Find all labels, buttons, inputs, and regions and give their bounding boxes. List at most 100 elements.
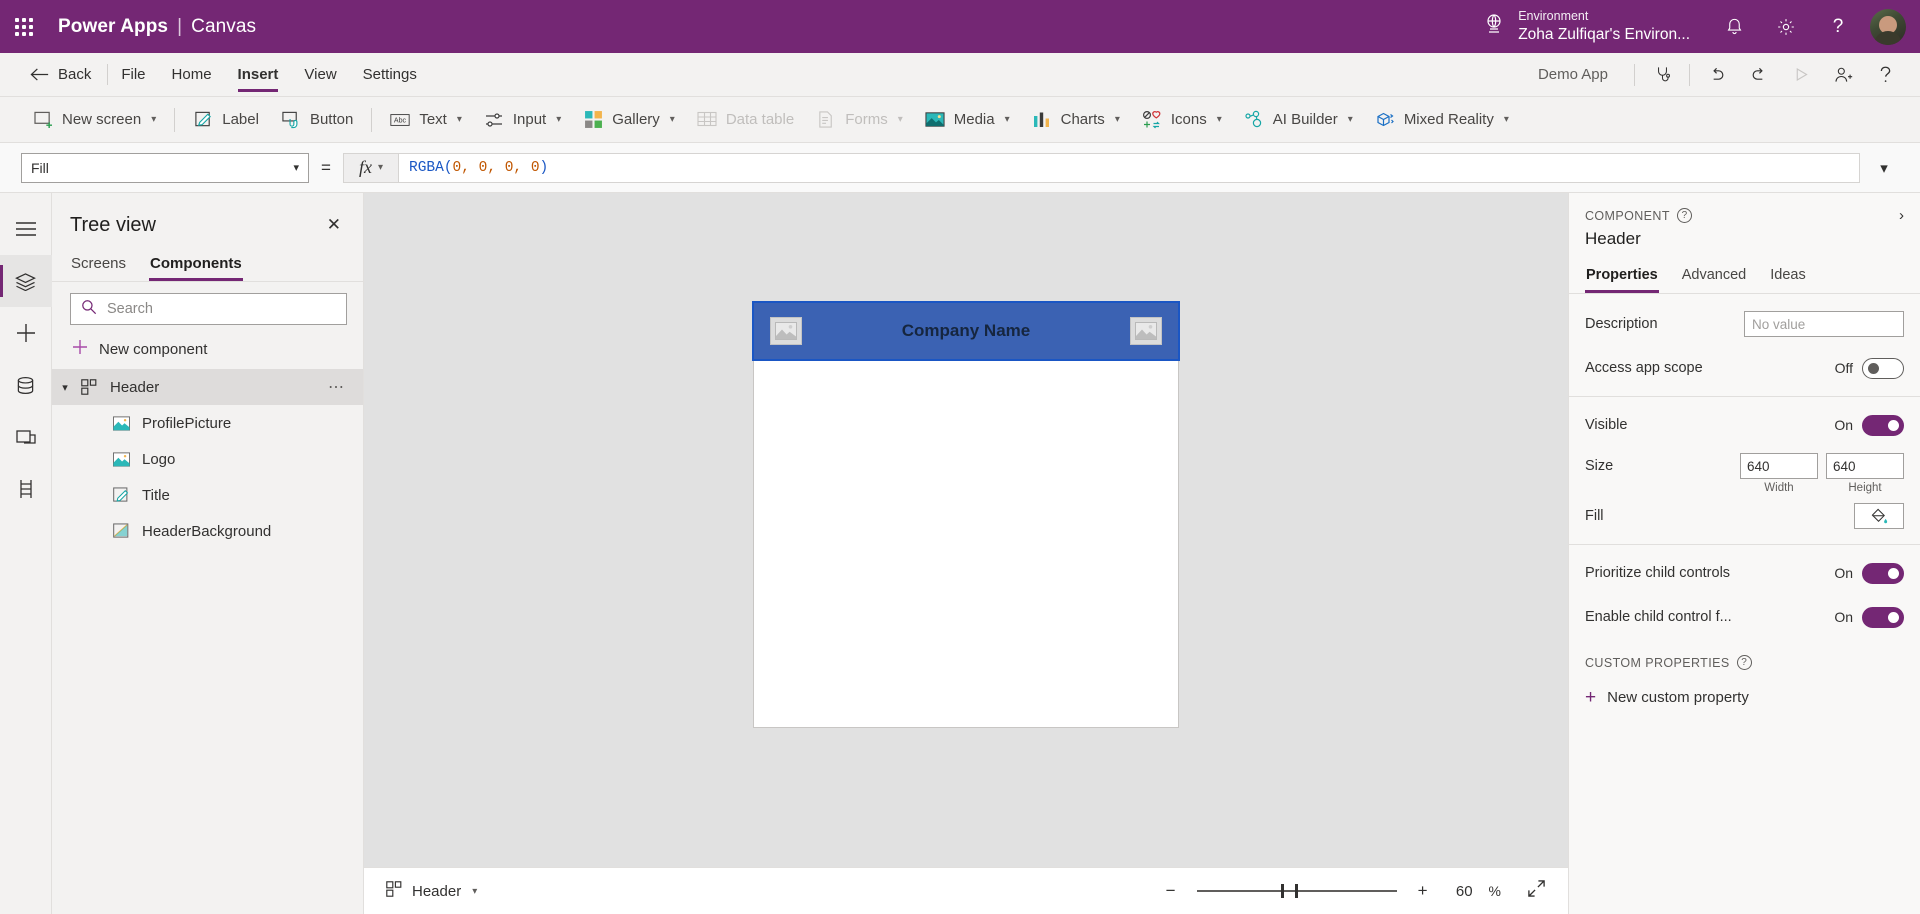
ribbon-media-control[interactable]: Media ▾ [914,102,1021,138]
undo-icon[interactable] [1696,53,1738,97]
search-input[interactable] [107,301,336,317]
rail-media-icon[interactable] [0,411,52,463]
logo-placeholder-image[interactable] [770,317,802,345]
ribbon-ai-builder-control[interactable]: AI Builder ▾ [1233,102,1364,138]
header-component[interactable]: Company Name [754,303,1178,359]
ribbon-forms-control[interactable]: Forms ▾ [805,102,914,138]
new-custom-property-button[interactable]: + New custom property [1569,676,1920,719]
rail-data-icon[interactable] [0,359,52,411]
menu-item-insert[interactable]: Insert [225,53,292,96]
tab-components[interactable]: Components [149,247,243,281]
help-icon[interactable]: ? [1812,0,1864,53]
formula-bar: Fill ▾ = fx ▾ RGBA(0, 0, 0, 0) ▾ [0,143,1920,193]
tab-screens-label: Screens [71,255,126,272]
zoom-in-button[interactable]: + [1413,881,1433,901]
rail-tree-view-icon[interactable] [0,255,52,307]
shape-icon [110,523,132,539]
component-canvas[interactable]: Company Name [754,303,1178,727]
back-button[interactable]: Back [0,53,107,96]
property-row-size: Size Width Height [1569,447,1920,494]
help-icon[interactable]: ? [1677,208,1692,223]
chevron-down-icon: ▾ [1504,114,1509,125]
fx-button[interactable]: fx ▾ [343,153,399,183]
zoom-out-button[interactable]: − [1161,881,1181,901]
chevron-down-icon[interactable]: ▾ [472,886,477,897]
menu-help-icon[interactable] [1864,53,1906,97]
enable-child-control-focus-toggle[interactable] [1862,607,1904,628]
fit-to-screen-icon[interactable] [1527,879,1546,903]
new-component-button[interactable]: New component [52,329,363,369]
prioritize-child-controls-toggle[interactable] [1862,563,1904,584]
environment-name: Zoha Zulfiqar's Environ... [1518,25,1690,44]
rail-insert-icon[interactable] [0,307,52,359]
environment-selector[interactable]: Environment Zoha Zulfiqar's Environ... [1482,9,1708,44]
fill-label: Fill [1585,508,1844,524]
zoom-slider-thumb[interactable] [1281,884,1284,898]
tree-node-header[interactable]: ▾ Header ⋯ [52,369,363,405]
ribbon-label-control[interactable]: Label [182,102,270,138]
app-checker-icon[interactable] [1641,53,1683,97]
access-app-scope-toggle[interactable] [1862,358,1904,379]
ribbon-data-table-control[interactable]: Data table [686,102,805,138]
canvas-stage[interactable]: Company Name [364,193,1568,867]
tree-node-profilepicture[interactable]: ProfilePicture [52,405,363,441]
formula-input[interactable]: RGBA(0, 0, 0, 0) [399,153,1860,183]
tab-screens[interactable]: Screens [70,247,127,281]
property-selector[interactable]: Fill ▾ [21,153,309,183]
menu-item-view[interactable]: View [291,53,349,96]
width-input[interactable] [1740,453,1818,479]
tree-node-label: ProfilePicture [142,415,231,432]
mixed-reality-icon [1375,110,1395,130]
tab-ideas[interactable]: Ideas [1769,261,1806,293]
description-field[interactable]: No value [1744,311,1904,337]
redo-icon[interactable] [1738,53,1780,97]
ribbon-text-control[interactable]: Abc Text ▾ [379,102,473,138]
menu-label-settings: Settings [363,66,417,83]
profile-picture-placeholder-image[interactable] [1130,317,1162,345]
tree-node-logo[interactable]: Logo [52,441,363,477]
ribbon-label-data-table: Data table [726,111,794,128]
ribbon-gallery-control[interactable]: Gallery ▾ [572,102,686,138]
tree-node-headerbackground[interactable]: HeaderBackground [52,513,363,549]
tab-components-label: Components [150,255,242,272]
new-component-label: New component [99,341,207,358]
brand-mode: Canvas [191,16,256,38]
menu-item-settings[interactable]: Settings [350,53,430,96]
height-input[interactable] [1826,453,1904,479]
tab-properties[interactable]: Properties [1585,261,1659,293]
tree-node-title[interactable]: Title [52,477,363,513]
collapse-panel-icon[interactable]: › [1899,207,1904,224]
share-add-user-icon[interactable] [1822,53,1864,97]
ribbon-new-screen[interactable]: New screen ▾ [22,102,167,138]
visible-toggle[interactable] [1862,415,1904,436]
menu-label-insert: Insert [238,66,279,83]
tab-properties-label: Properties [1586,267,1658,283]
menu-item-home[interactable]: Home [159,53,225,96]
ribbon-button-control[interactable]: Button [270,102,364,138]
preview-play-icon[interactable] [1780,53,1822,97]
rail-hamburger-icon[interactable] [0,203,52,255]
close-icon[interactable]: ✕ [321,211,347,239]
label-icon [110,487,132,503]
ribbon-input-control[interactable]: Input ▾ [473,102,572,138]
ribbon-icons-control[interactable]: Icons ▾ [1131,102,1233,138]
selected-component-selector[interactable]: Header ▾ [386,881,477,901]
chevron-down-icon[interactable]: ▾ [52,381,78,394]
zoom-slider[interactable] [1197,884,1397,898]
ribbon-charts-control[interactable]: Charts ▾ [1021,102,1131,138]
rail-theme-icon[interactable] [0,463,52,515]
tab-advanced[interactable]: Advanced [1681,261,1748,293]
input-icon [484,110,504,130]
formula-expand-icon[interactable]: ▾ [1860,159,1908,177]
canvas-area: Company Name [364,193,1568,914]
gear-icon[interactable] [1760,0,1812,53]
app-launcher-icon[interactable] [0,18,48,36]
ribbon-mixed-reality-control[interactable]: Mixed Reality ▾ [1364,102,1520,138]
search-box[interactable] [70,293,347,325]
more-options-icon[interactable]: ⋯ [328,377,345,397]
help-icon[interactable]: ? [1737,655,1752,670]
fill-color-picker[interactable] [1854,503,1904,529]
menu-item-file[interactable]: File [108,53,158,96]
notifications-icon[interactable] [1708,0,1760,53]
avatar[interactable] [1870,9,1906,45]
